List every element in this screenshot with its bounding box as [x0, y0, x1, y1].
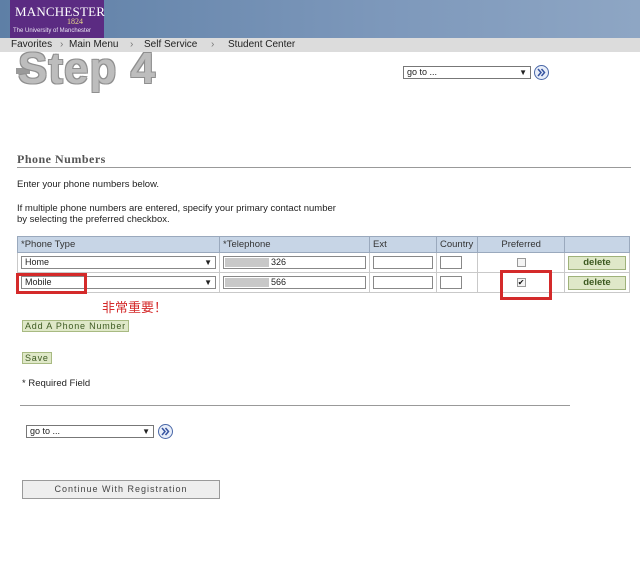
- chevron-right-icon: ›: [211, 39, 215, 50]
- double-chevron-right-icon: [161, 427, 170, 436]
- highlight-box-preferred: [500, 270, 552, 300]
- university-logo[interactable]: MANCHESTER 1824 The University of Manche…: [10, 0, 106, 38]
- preferred-checkbox[interactable]: [516, 258, 526, 267]
- help-text-line1: If multiple phone numbers are entered, s…: [17, 203, 336, 214]
- highlight-box-mobile: [16, 273, 87, 294]
- ext-input[interactable]: [373, 276, 433, 289]
- phone-type-select[interactable]: Home ▼: [21, 256, 216, 269]
- save-button[interactable]: Save: [22, 352, 52, 364]
- bottom-divider: [20, 405, 570, 406]
- dropdown-arrow-icon: ▼: [142, 427, 150, 436]
- dropdown-arrow-icon: ▼: [204, 278, 212, 287]
- telephone-input[interactable]: 566: [223, 276, 366, 289]
- goto-select-bottom[interactable]: go to ... ▼: [26, 425, 154, 438]
- col-phone-type: *Phone Type: [17, 236, 220, 253]
- go-button-top[interactable]: [534, 65, 549, 80]
- country-input[interactable]: [440, 256, 462, 269]
- phone-type-value: Home: [25, 257, 50, 267]
- intro-text: Enter your phone numbers below.: [17, 179, 160, 190]
- telephone-tail: 566: [271, 277, 287, 287]
- logo-year: 1824: [67, 17, 83, 26]
- goto-select-top[interactable]: go to ... ▼: [403, 66, 531, 79]
- nav-student-center[interactable]: Student Center: [228, 39, 295, 50]
- step-overlay-label: Step 4: [18, 44, 157, 93]
- double-chevron-right-icon: [537, 68, 546, 77]
- dropdown-arrow-icon: ▼: [204, 258, 212, 267]
- dropdown-arrow-icon: ▼: [519, 68, 527, 77]
- ext-input[interactable]: [373, 256, 433, 269]
- ext-cell: [369, 272, 437, 293]
- logo-subtitle: The University of Manchester: [13, 28, 92, 34]
- add-phone-number-button[interactable]: Add A Phone Number: [22, 320, 129, 332]
- col-country: Country: [435, 236, 479, 253]
- phone-type-cell: Home ▼: [17, 252, 220, 273]
- title-divider: [17, 167, 631, 168]
- telephone-cell: 326: [219, 252, 370, 273]
- delete-cell: delete: [563, 272, 631, 293]
- country-cell: [435, 252, 479, 273]
- logo-name: MANCHESTER: [15, 4, 106, 19]
- delete-cell: delete: [563, 252, 631, 273]
- required-field-note: * Required Field: [22, 378, 91, 389]
- country-input[interactable]: [440, 276, 462, 289]
- col-preferred: Preferred: [477, 236, 565, 253]
- redacted-number: [225, 258, 269, 267]
- top-banner: MANCHESTER 1824 The University of Manche…: [0, 0, 640, 38]
- col-ext: Ext: [369, 236, 437, 253]
- telephone-tail: 326: [271, 257, 287, 267]
- telephone-input[interactable]: 326: [223, 256, 366, 269]
- redacted-number: [225, 278, 269, 287]
- telephone-cell: 566: [219, 272, 370, 293]
- ext-cell: [369, 252, 437, 273]
- goto-value: go to ...: [30, 426, 61, 436]
- annotation-note: 非常重要！: [102, 300, 168, 315]
- delete-button[interactable]: delete: [567, 255, 626, 270]
- col-telephone: *Telephone: [219, 236, 370, 253]
- goto-value: go to ...: [407, 67, 438, 77]
- go-button-bottom[interactable]: [158, 424, 173, 439]
- col-actions: [563, 236, 631, 253]
- help-text-line2: by selecting the preferred checkbox.: [17, 214, 170, 225]
- delete-button[interactable]: delete: [567, 275, 626, 290]
- page-title: Phone Numbers: [17, 152, 106, 166]
- country-cell: [435, 272, 479, 293]
- table-header-row: *Phone Type *Telephone Ext Country Prefe…: [17, 236, 631, 253]
- continue-registration-button[interactable]: Continue With Registration: [22, 480, 220, 499]
